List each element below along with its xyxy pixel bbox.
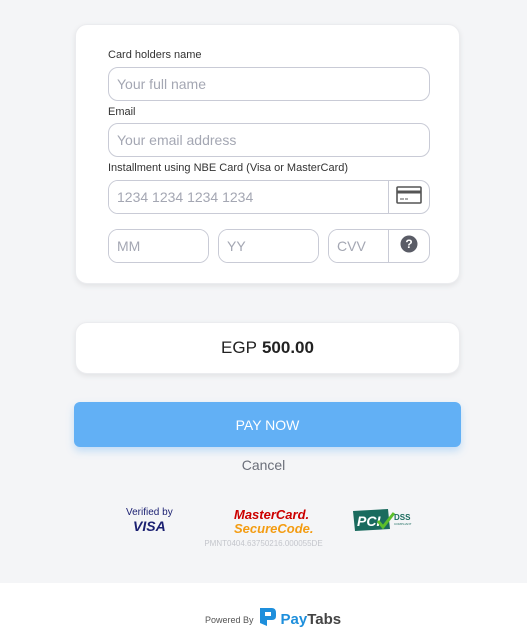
pci-dss-logo: PCI DSS COMPLIANT	[352, 507, 416, 538]
card-addon	[388, 181, 429, 213]
cvv-help-addon[interactable]: ?	[388, 230, 429, 262]
cancel-link[interactable]: Cancel	[0, 457, 527, 473]
credit-card-icon	[396, 185, 422, 209]
card-number-group	[108, 180, 430, 214]
svg-text:COMPLIANT: COMPLIANT	[394, 522, 412, 526]
brand-pay: Pay	[280, 611, 308, 628]
mastercard-line2: SecureCode.	[234, 521, 314, 536]
cvv-input[interactable]	[329, 230, 388, 262]
brand-tabs: Tabs	[307, 611, 342, 628]
security-badges: Verified by VISA MasterCard. SecureCode.…	[0, 505, 527, 538]
amount-value: 500.00	[261, 338, 314, 357]
visa-line1: Verified by	[126, 507, 173, 518]
question-circle-icon[interactable]: ?	[400, 235, 418, 258]
amount-display: EGP 500.00	[75, 322, 460, 374]
email-label: Email	[108, 106, 136, 118]
cardholder-name-input[interactable]	[108, 67, 430, 101]
expiry-month-group	[108, 229, 209, 263]
card-number-input[interactable]	[109, 181, 388, 213]
card-number-label: Installment using NBE Card (Visa or Mast…	[108, 162, 349, 174]
amount-currency: EGP	[221, 338, 257, 357]
payment-form-card: Card holders name Email Installment usin…	[75, 24, 460, 284]
svg-text:DSS: DSS	[394, 513, 411, 522]
mastercard-line1: MasterCard.	[234, 507, 310, 522]
svg-text:?: ?	[405, 237, 412, 251]
expiry-year-group	[218, 229, 319, 263]
expiry-year-input[interactable]	[219, 230, 318, 262]
mastercard-securecode-logo: MasterCard. SecureCode.	[234, 508, 313, 535]
paytabs-logo-icon	[259, 607, 277, 632]
pay-now-button[interactable]: PAY NOW	[74, 402, 461, 447]
visa-line2: VISA	[133, 518, 166, 534]
expiry-month-input[interactable]	[109, 230, 208, 262]
footer: Powered By Pay Tabs	[0, 583, 527, 638]
svg-text:PCI: PCI	[357, 513, 381, 529]
powered-by-paytabs: Powered By Pay Tabs	[205, 607, 341, 632]
cardholder-name-label: Card holders name	[108, 49, 202, 61]
email-input[interactable]	[108, 123, 430, 157]
cvv-group: ?	[328, 229, 430, 263]
verified-by-visa-logo: Verified by VISA	[126, 507, 173, 534]
powered-by-text: Powered By	[205, 614, 254, 625]
payment-reference: PMNT0404.63750216.000055DE	[204, 539, 323, 548]
